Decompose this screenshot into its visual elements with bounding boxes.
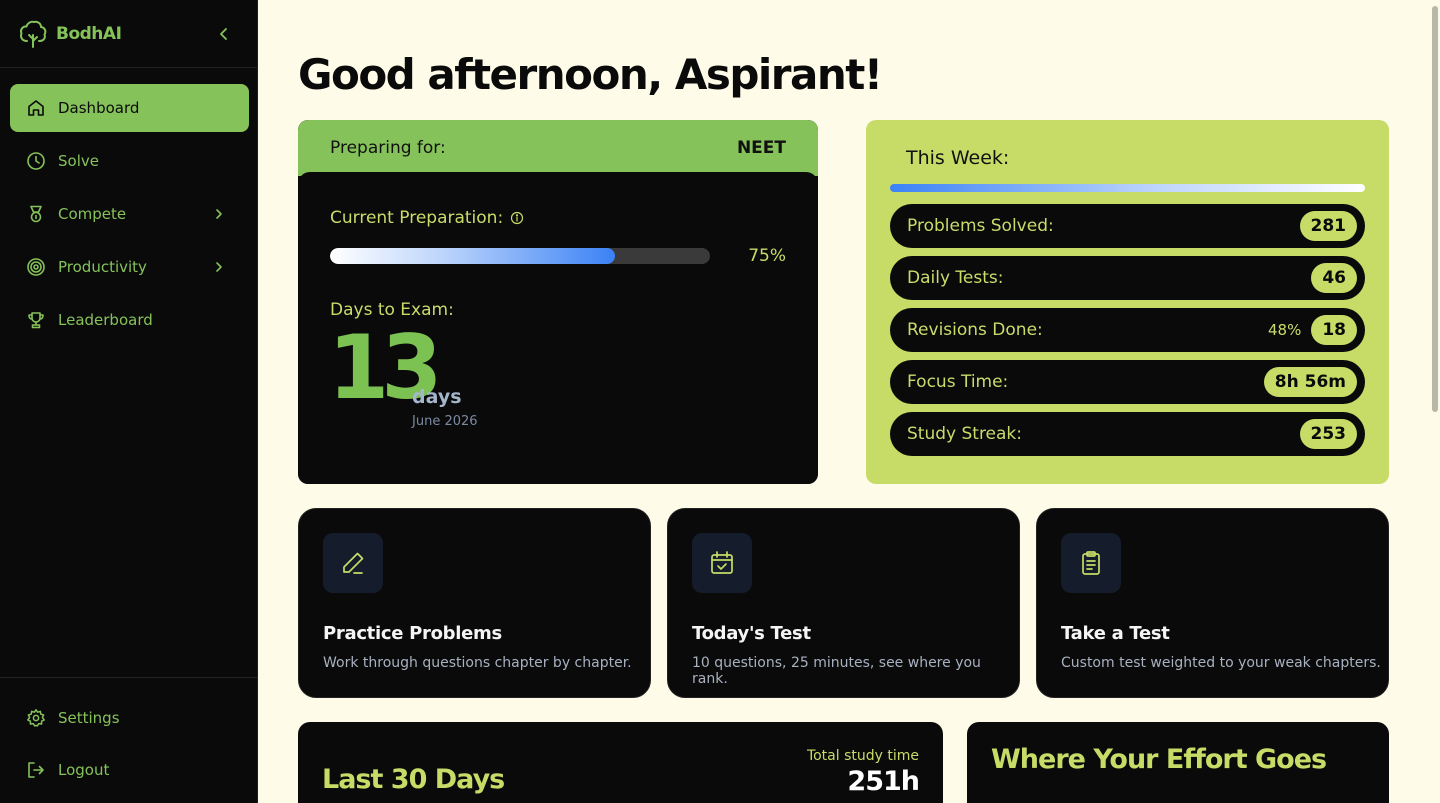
sidebar-item-label: Settings [58, 709, 120, 727]
chevron-left-icon [220, 28, 227, 40]
calendar-check-icon [692, 533, 752, 593]
days-unit: days [412, 386, 462, 408]
this-week-card: This Week: Problems Solved: 281 Daily Te… [866, 120, 1389, 484]
preparation-progress-fill [330, 248, 615, 264]
take-a-test-card[interactable]: Take a Test Custom test weighted to your… [1036, 508, 1389, 698]
sidebar-footer: Settings Logout [0, 677, 258, 803]
stat-label: Revisions Done: [907, 320, 1043, 340]
sidebar-item-logout[interactable]: Logout [10, 746, 250, 794]
sidebar-item-label: Productivity [58, 258, 147, 276]
week-gradient-bar [890, 184, 1365, 192]
logout-icon [26, 760, 46, 780]
stat-value-badge: 8h 56m [1263, 367, 1357, 397]
preparing-for-label: Preparing for: [330, 138, 446, 158]
last-30-days-card: Last 30 Days Total study time 251h [298, 722, 943, 803]
preparation-card: Preparing for: NEET Current Preparation:… [298, 120, 818, 484]
trophy-icon [26, 310, 46, 330]
stat-daily-tests: Daily Tests: 46 [890, 256, 1365, 300]
sidebar-item-label: Logout [58, 761, 110, 779]
total-study-time-label: Total study time [806, 748, 919, 764]
stat-revisions-done: Revisions Done: 48% 18 [890, 308, 1365, 352]
last-30-days-title: Last 30 Days [322, 764, 505, 795]
stat-study-streak: Study Streak: 253 [890, 412, 1365, 456]
target-icon [26, 257, 46, 277]
card-description: Work through questions chapter by chapte… [323, 655, 632, 671]
stat-label: Daily Tests: [907, 268, 1004, 288]
practice-problems-card[interactable]: Practice Problems Work through questions… [298, 508, 651, 698]
preparation-header: Preparing for: NEET [298, 120, 818, 176]
card-title: Practice Problems [323, 623, 502, 644]
stat-percentage: 48% [1267, 321, 1302, 339]
sidebar-item-label: Compete [58, 205, 127, 223]
medal-icon [26, 204, 46, 224]
chevron-right-icon [209, 257, 229, 277]
stat-value-badge: 253 [1299, 419, 1357, 449]
stat-focus-time: Focus Time: 8h 56m [890, 360, 1365, 404]
stat-label: Focus Time: [907, 372, 1009, 392]
this-week-title: This Week: [906, 147, 1010, 169]
exam-date: June 2026 [412, 414, 478, 429]
info-icon[interactable] [510, 211, 524, 225]
gear-icon [26, 708, 46, 728]
total-study-time-value: 251h [847, 766, 920, 797]
collapse-sidebar-button[interactable] [214, 24, 234, 44]
preparation-progress-bar [330, 248, 710, 264]
home-icon [26, 98, 46, 118]
card-title: Today's Test [692, 623, 811, 644]
current-preparation-label: Current Preparation: [330, 208, 524, 228]
stat-value-badge: 46 [1311, 263, 1357, 293]
sidebar-item-settings[interactable]: Settings [10, 694, 250, 742]
card-title: Take a Test [1061, 623, 1170, 644]
stat-problems-solved: Problems Solved: 281 [890, 204, 1365, 248]
stat-value-badge: 18 [1311, 315, 1357, 345]
stat-label: Problems Solved: [907, 216, 1054, 236]
sidebar-item-compete[interactable]: Compete [10, 190, 249, 238]
page-title: Good afternoon, Aspirant! [298, 50, 883, 99]
sidebar-item-dashboard[interactable]: Dashboard [10, 84, 249, 132]
sidebar: BodhAI Dashboard Solve Compete Productiv… [0, 0, 258, 803]
card-description: 10 questions, 25 minutes, see where you … [692, 655, 981, 687]
effort-title: Where Your Effort Goes [991, 744, 1327, 775]
chevron-right-icon [209, 204, 229, 224]
stat-value-badge: 281 [1299, 211, 1357, 241]
sidebar-item-label: Dashboard [58, 99, 140, 117]
tree-icon [20, 20, 47, 48]
effort-distribution-card: Where Your Effort Goes [967, 722, 1389, 803]
sidebar-item-productivity[interactable]: Productivity [10, 243, 249, 291]
exam-name: NEET [736, 138, 786, 158]
current-preparation-text: Current Preparation: [330, 208, 504, 228]
sidebar-item-label: Solve [58, 152, 99, 170]
todays-test-card[interactable]: Today's Test 10 questions, 25 minutes, s… [667, 508, 1020, 698]
brand-name: BodhAI [56, 23, 122, 44]
scrollbar[interactable] [1432, 6, 1438, 412]
main-content: Good afternoon, Aspirant! Preparing for:… [258, 0, 1440, 803]
clock-icon [26, 151, 46, 171]
pencil-icon [323, 533, 383, 593]
sidebar-item-label: Leaderboard [58, 311, 153, 329]
card-description: Custom test weighted to your weak chapte… [1061, 655, 1381, 671]
sidebar-nav: Dashboard Solve Compete Productivity Lea… [0, 68, 257, 344]
stat-label: Study Streak: [907, 424, 1023, 444]
clipboard-icon [1061, 533, 1121, 593]
sidebar-item-leaderboard[interactable]: Leaderboard [10, 296, 249, 344]
preparation-body: Current Preparation: 75% Days to Exam: 1… [298, 172, 818, 484]
sidebar-item-solve[interactable]: Solve [10, 137, 249, 185]
preparation-percentage: 75% [748, 246, 786, 266]
